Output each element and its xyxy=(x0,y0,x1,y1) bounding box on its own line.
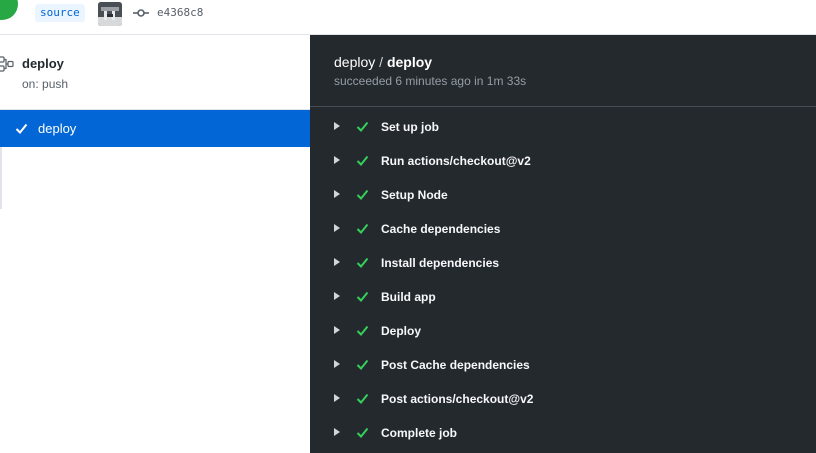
log-step[interactable]: Deploy xyxy=(310,314,816,348)
sidebar-item-label: deploy xyxy=(38,121,77,136)
expand-caret-icon[interactable] xyxy=(334,326,340,334)
job-log-panel: deploy / deploy succeeded 6 minutes ago … xyxy=(310,35,816,453)
log-step[interactable]: Cache dependencies xyxy=(310,212,816,246)
log-divider xyxy=(310,106,816,107)
workflow-icon xyxy=(0,56,14,72)
step-name: Set up job xyxy=(381,120,439,134)
run-header: source e4368c8 xyxy=(0,0,816,35)
log-workflow-name: deploy xyxy=(334,54,376,70)
step-name: Build app xyxy=(381,290,436,304)
log-step[interactable]: Set up job xyxy=(310,110,816,144)
branch-tag[interactable]: source xyxy=(35,4,85,22)
check-icon xyxy=(356,223,369,234)
log-step[interactable]: Setup Node xyxy=(310,178,816,212)
step-name: Post actions/checkout@v2 xyxy=(381,392,534,406)
check-icon xyxy=(356,121,369,132)
log-step[interactable]: Run actions/checkout@v2 xyxy=(310,144,816,178)
log-step[interactable]: Complete job xyxy=(310,416,816,450)
check-icon xyxy=(356,291,369,302)
sidebar-scrollbar[interactable] xyxy=(0,147,2,209)
user-avatar[interactable] xyxy=(98,2,122,26)
log-step[interactable]: Post Cache dependencies xyxy=(310,348,816,382)
log-title-separator: / xyxy=(379,54,384,70)
check-icon xyxy=(356,427,369,438)
check-icon xyxy=(15,123,28,134)
check-icon xyxy=(356,189,369,200)
step-name: Post Cache dependencies xyxy=(381,358,530,372)
expand-caret-icon[interactable] xyxy=(334,394,340,402)
log-step[interactable]: Post actions/checkout@v2 xyxy=(310,382,816,416)
expand-caret-icon[interactable] xyxy=(334,258,340,266)
step-name: Install dependencies xyxy=(381,256,500,270)
expand-caret-icon[interactable] xyxy=(334,428,340,436)
log-job-name: deploy xyxy=(386,54,433,70)
workflow-trigger: on: push xyxy=(22,77,69,91)
commit-sha-link[interactable]: e4368c8 xyxy=(157,6,203,19)
check-icon xyxy=(356,325,369,336)
step-name: Deploy xyxy=(381,324,422,338)
expand-caret-icon[interactable] xyxy=(334,292,340,300)
run-summary: succeeded 6 minutes ago in 1m 33s xyxy=(334,74,527,88)
step-name: Run actions/checkout@v2 xyxy=(381,154,531,168)
step-name: Setup Node xyxy=(381,188,448,202)
check-icon xyxy=(356,257,369,268)
check-icon xyxy=(356,393,369,404)
sidebar-item-deploy[interactable]: deploy xyxy=(0,110,310,147)
git-commit-icon xyxy=(133,9,149,17)
check-icon xyxy=(356,155,369,166)
log-step[interactable]: Build app xyxy=(310,280,816,314)
workflow-sidebar: deploy on: push deploy xyxy=(0,35,310,453)
expand-caret-icon[interactable] xyxy=(334,360,340,368)
log-title: deploy / deploy xyxy=(334,54,432,70)
workflow-name: deploy xyxy=(22,56,64,71)
log-step[interactable]: Install dependencies xyxy=(310,246,816,280)
expand-caret-icon[interactable] xyxy=(334,156,340,164)
expand-caret-icon[interactable] xyxy=(334,224,340,232)
success-status-icon xyxy=(0,0,18,20)
step-list: Set up job Run actions/checkout@v2 Setup N… xyxy=(310,110,816,450)
expand-caret-icon[interactable] xyxy=(334,122,340,130)
step-name: Complete job xyxy=(381,426,458,440)
step-name: Cache dependencies xyxy=(381,222,501,236)
expand-caret-icon[interactable] xyxy=(334,190,340,198)
check-icon xyxy=(356,359,369,370)
